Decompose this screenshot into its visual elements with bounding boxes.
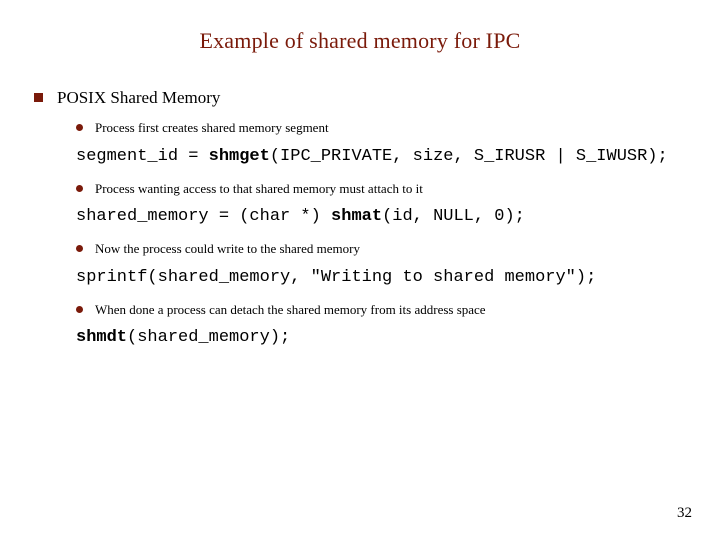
code-2-a: shared_memory = (char *): [76, 207, 331, 226]
heading-text: POSIX Shared Memory: [57, 88, 220, 107]
round-bullet-icon: [76, 124, 83, 131]
code-2-bold: shmat: [331, 207, 382, 226]
code-1-c: (IPC_PRIVATE, size, S_IRUSR | S_IWUSR);: [270, 147, 668, 166]
heading-posix: POSIX Shared Memory: [34, 88, 690, 108]
code-3-a: sprintf(shared_memory, "Writing to share…: [76, 268, 596, 287]
code-2-c: (id, NULL, 0);: [382, 207, 525, 226]
square-bullet-icon: [34, 93, 43, 102]
code-4-bold: shmdt: [76, 328, 127, 347]
bullet-4-text: When done a process can detach the share…: [95, 302, 486, 318]
bullet-4: When done a process can detach the share…: [76, 302, 690, 318]
code-line-3: sprintf(shared_memory, "Writing to share…: [76, 267, 690, 290]
bullet-3: Now the process could write to the share…: [76, 241, 690, 257]
code-line-2: shared_memory = (char *) shmat(id, NULL,…: [76, 206, 690, 229]
slide-title: Example of shared memory for IPC: [30, 28, 690, 54]
code-4-b: (shared_memory);: [127, 328, 290, 347]
round-bullet-icon: [76, 245, 83, 252]
bullet-3-text: Now the process could write to the share…: [95, 241, 360, 257]
code-line-1: segment_id = shmget(IPC_PRIVATE, size, S…: [76, 146, 690, 169]
page-number: 32: [677, 505, 692, 522]
bullet-2: Process wanting access to that shared me…: [76, 181, 690, 197]
bullet-1-text: Process first creates shared memory segm…: [95, 120, 329, 136]
bullet-1: Process first creates shared memory segm…: [76, 120, 690, 136]
slide: Example of shared memory for IPC POSIX S…: [0, 0, 720, 540]
round-bullet-icon: [76, 306, 83, 313]
bullet-2-text: Process wanting access to that shared me…: [95, 181, 423, 197]
code-1-bold: shmget: [209, 147, 270, 166]
round-bullet-icon: [76, 185, 83, 192]
code-line-4: shmdt(shared_memory);: [76, 327, 690, 350]
code-1-a: segment_id =: [76, 147, 209, 166]
